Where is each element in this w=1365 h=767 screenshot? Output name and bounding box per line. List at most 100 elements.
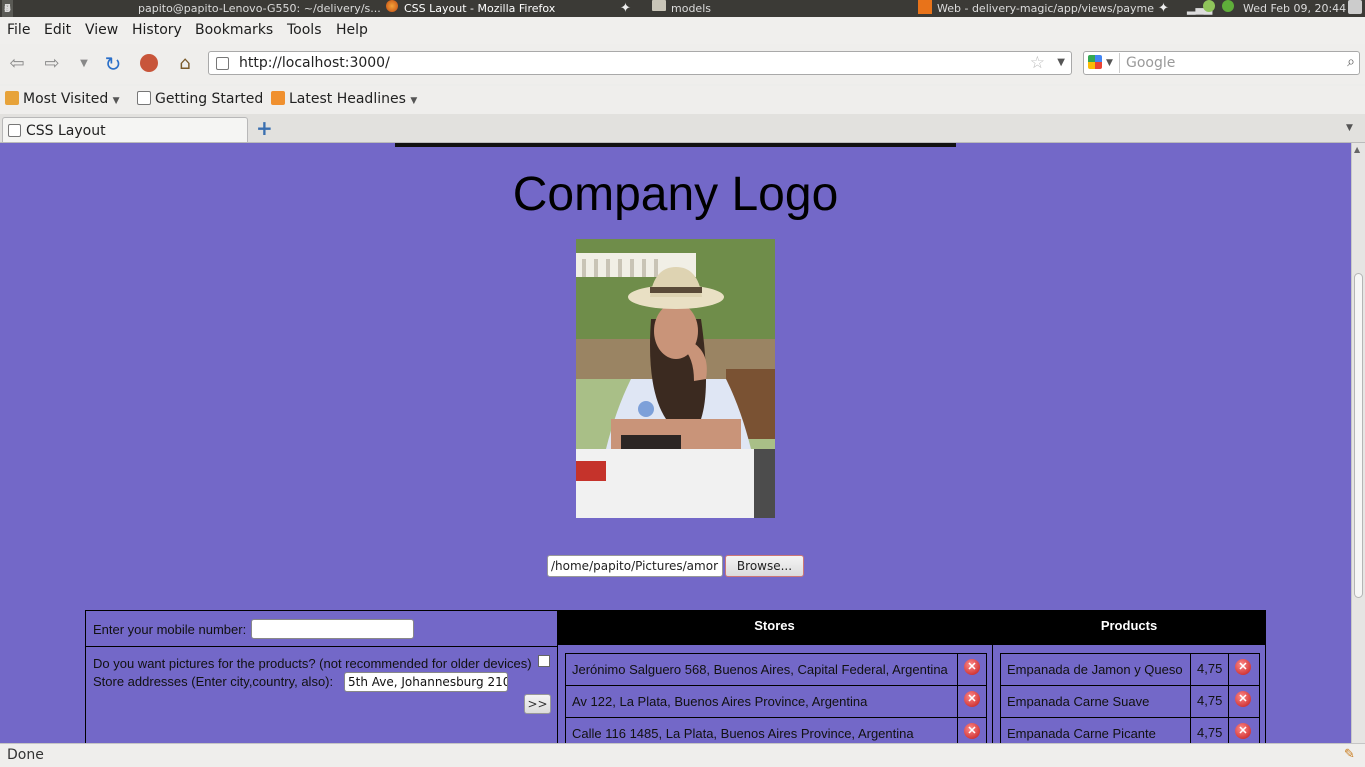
menu-view[interactable]: View	[85, 22, 118, 38]
product-row: Empanada Carne Suave 4,75 ✕	[1000, 685, 1260, 718]
product-price: 4,75	[1197, 661, 1223, 676]
vertical-scrollbar[interactable]: ▲	[1351, 143, 1365, 743]
bookmark-star-icon[interactable]: ☆	[1030, 53, 1045, 73]
add-address-button[interactable]: >>	[524, 694, 551, 714]
search-input[interactable]: Google	[1126, 55, 1175, 71]
page-icon	[137, 91, 151, 105]
task-folder[interactable]: models	[671, 0, 711, 17]
tab-list-icon[interactable]: ▼	[1346, 123, 1353, 133]
product-price-cell: 4,75	[1190, 653, 1228, 686]
new-tab-icon[interactable]: +	[256, 116, 273, 140]
clock[interactable]: Wed Feb 09, 20:44	[1243, 0, 1346, 17]
bookmark-getting-started[interactable]: Getting Started	[137, 91, 263, 107]
product-name: Empanada Carne Suave	[1007, 694, 1150, 709]
product-price: 4,75	[1197, 725, 1223, 740]
store-row: Calle 116 1485, La Plata, Buenos Aires P…	[565, 717, 987, 743]
page-icon	[8, 124, 21, 137]
stores-header: Stores	[557, 610, 992, 645]
delete-icon[interactable]: ✕	[1235, 659, 1251, 675]
status-bar: Done ✎	[0, 743, 1365, 767]
cell-divider	[86, 646, 558, 647]
back-icon[interactable]: ⇦	[5, 52, 29, 76]
task-firefox[interactable]: CSS Layout - Mozilla Firefox	[404, 0, 555, 17]
search-bar[interactable]: ▼ Google ⌕	[1083, 51, 1360, 75]
store-address: Jerónimo Salguero 568, Buenos Aires, Cap…	[572, 662, 948, 677]
menu-bookmarks[interactable]: Bookmarks	[195, 22, 273, 38]
delete-icon[interactable]: ✕	[1235, 691, 1251, 707]
product-price-cell: 4,75	[1190, 717, 1228, 743]
delete-icon[interactable]: ✕	[964, 723, 980, 739]
scroll-up-icon[interactable]: ▲	[1354, 145, 1360, 154]
product-delete-cell: ✕	[1228, 717, 1259, 743]
store-address: Calle 116 1485, La Plata, Buenos Aires P…	[572, 726, 914, 741]
profile-photo	[576, 239, 775, 518]
navigation-toolbar: ⇦ ⇨ ▼ ↻ ⌂ http://localhost:3000/ ☆ ▼ ▼ G…	[0, 44, 1365, 84]
product-row: Empanada Carne Picante 4,75 ✕	[1000, 717, 1260, 743]
pictures-checkbox[interactable]	[538, 655, 550, 667]
delete-icon[interactable]: ✕	[964, 691, 980, 707]
store-address-label: Store addresses (Enter city,country, als…	[93, 674, 334, 689]
bookmark-most-visited[interactable]: Most Visited ▼	[5, 91, 120, 107]
products-header: Products	[992, 610, 1266, 645]
butterfly-icon-2: ✦	[1158, 1, 1169, 16]
search-icon[interactable]: ⌕	[1347, 54, 1355, 70]
file-path-field[interactable]: /home/papito/Pictures/amor	[547, 555, 723, 577]
addon-icon[interactable]: ✎	[1344, 747, 1355, 762]
history-dropdown-icon[interactable]: ▼	[72, 52, 96, 76]
stores-cell: Jerónimo Salguero 568, Buenos Aires, Cap…	[557, 645, 993, 743]
delete-icon[interactable]: ✕	[1235, 723, 1251, 739]
store-row: Av 122, La Plata, Buenos Aires Province,…	[565, 685, 987, 718]
company-logo: Company Logo	[512, 168, 839, 221]
stop-icon[interactable]	[137, 52, 161, 76]
chevron-down-icon: ▼	[410, 96, 418, 106]
browse-button[interactable]: Browse...	[725, 555, 804, 577]
bookmark-most-visited-label: Most Visited	[23, 91, 109, 107]
menu-file[interactable]: File	[7, 22, 30, 38]
photo-illustration	[576, 239, 775, 518]
menu-help[interactable]: Help	[336, 22, 368, 38]
site-identity-icon[interactable]	[216, 57, 229, 70]
url-bar[interactable]: http://localhost:3000/ ☆ ▼	[208, 51, 1072, 75]
workspace-9[interactable]: 9	[2, 0, 13, 17]
store-row: Jerónimo Salguero 568, Buenos Aires, Cap…	[565, 653, 987, 686]
task-editor[interactable]: Web - delivery-magic/app/views/paymen	[937, 0, 1155, 17]
engine-dropdown-icon[interactable]: ▼	[1106, 58, 1113, 68]
tab-label: CSS Layout	[26, 123, 106, 139]
tab-bar: CSS Layout + ▼	[0, 114, 1365, 143]
system-panel: 123456789 papito@papito-Lenovo-G550: ~/d…	[0, 0, 1365, 17]
folder-icon	[5, 91, 19, 105]
forward-icon[interactable]: ⇨	[40, 52, 64, 76]
chevron-down-icon: ▼	[112, 96, 120, 106]
url-text[interactable]: http://localhost:3000/	[239, 55, 390, 71]
bookmark-latest-headlines[interactable]: Latest Headlines ▼	[271, 91, 417, 107]
store-delete-cell: ✕	[957, 653, 987, 686]
store-delete-cell: ✕	[957, 717, 987, 743]
product-delete-cell: ✕	[1228, 685, 1259, 718]
delete-icon[interactable]: ✕	[964, 659, 980, 675]
store-delete-cell: ✕	[957, 685, 987, 718]
home-icon[interactable]: ⌂	[173, 52, 197, 76]
reload-icon[interactable]: ↻	[101, 52, 125, 76]
bookmarks-toolbar: Most Visited ▼ Getting Started Latest He…	[0, 86, 1365, 114]
product-price-cell: 4,75	[1190, 685, 1228, 718]
menu-tools[interactable]: Tools	[287, 22, 322, 38]
bookmark-getting-started-label: Getting Started	[155, 91, 264, 107]
task-terminal[interactable]: papito@papito-Lenovo-G550: ~/delivery/s.…	[138, 0, 380, 17]
menu-bar: File Edit View History Bookmarks Tools H…	[0, 17, 1365, 44]
mobile-number-input[interactable]	[251, 619, 414, 639]
mobile-label: Enter your mobile number:	[93, 622, 247, 637]
options-cell: Enter your mobile number: Do you want pi…	[85, 610, 558, 743]
url-dropdown-icon[interactable]: ▼	[1057, 57, 1065, 68]
tab-css-layout[interactable]: CSS Layout	[2, 117, 248, 142]
pictures-question: Do you want pictures for the products? (…	[93, 656, 532, 671]
page-content: Company Logo /home/papito/Pictures/amor …	[0, 143, 1351, 743]
menu-edit[interactable]: Edit	[44, 22, 71, 38]
header-bar	[395, 143, 956, 147]
product-row: Empanada de Jamon y Queso 4,75 ✕	[1000, 653, 1260, 686]
menu-history[interactable]: History	[132, 22, 182, 38]
google-engine-icon[interactable]	[1088, 55, 1102, 69]
scrollbar-thumb[interactable]	[1354, 273, 1363, 598]
products-cell: Empanada de Jamon y Queso 4,75 ✕ Empanad…	[992, 645, 1266, 743]
store-address-input[interactable]: 5th Ave, Johannesburg 210	[344, 672, 508, 692]
status-text: Done	[7, 747, 44, 763]
